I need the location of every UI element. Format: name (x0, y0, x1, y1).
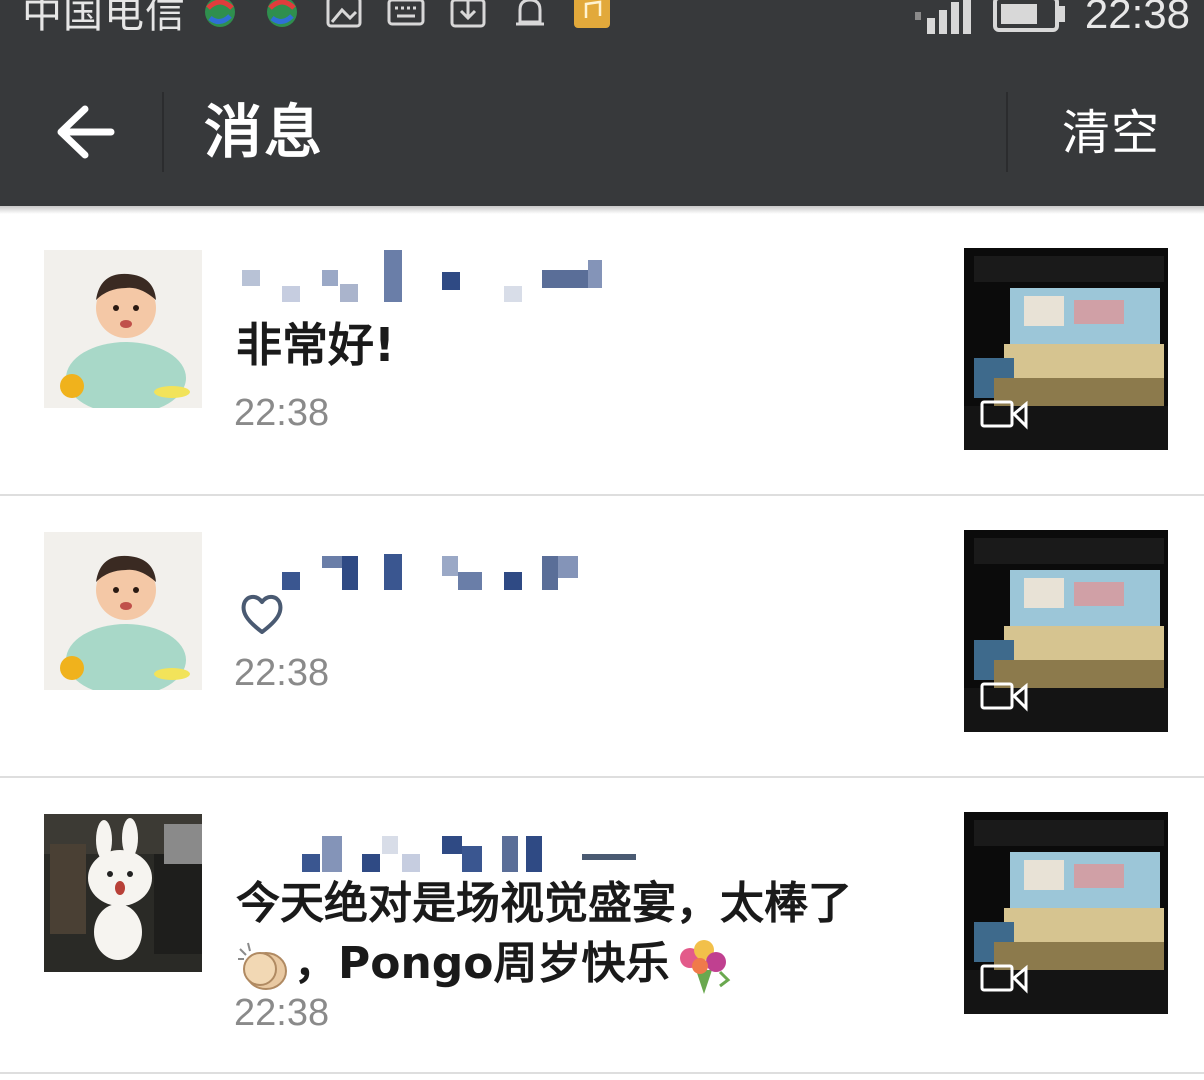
baby-photo (44, 532, 202, 690)
nickname-pixelated (242, 250, 602, 302)
message-time: 22:38 (234, 652, 330, 694)
nickname-pixelated (282, 554, 578, 590)
clear-button[interactable]: 清空 (1062, 100, 1160, 166)
list-item[interactable]: 今天绝对是场视觉盛宴，太棒了 ，Pongo周岁快乐 22:38 (0, 778, 1204, 1074)
image-icon (326, 0, 362, 28)
list-item[interactable]: 22:38 (0, 496, 1204, 778)
signal-icon (914, 0, 971, 34)
music-app-icon (574, 0, 610, 28)
page-title: 消息 (204, 98, 325, 166)
message-text-line: 今天绝对是场视觉盛宴，太棒了 (236, 878, 852, 929)
back-arrow-icon (57, 105, 115, 159)
heart-icon (241, 595, 283, 634)
bouquet-icon (679, 940, 730, 994)
video-preview (964, 248, 1168, 450)
header-shadow (0, 206, 1204, 214)
message-text: 非常好! (236, 318, 395, 372)
message-time: 22:38 (234, 392, 330, 434)
title-bar: 消息 清空 (0, 56, 1204, 206)
notification-icons (200, 0, 612, 32)
message-text: 今天绝对是场视觉盛宴，太棒了 ，Pongo周岁快乐 (236, 874, 916, 996)
baby-photo (44, 250, 202, 408)
network-operator-icon (267, 0, 297, 27)
list-item[interactable]: 非常好! 22:38 (0, 214, 1204, 496)
divider (162, 92, 164, 172)
download-icon (450, 0, 486, 28)
clapping-hands-icon (238, 942, 287, 990)
avatar[interactable] (44, 532, 202, 690)
back-button[interactable] (40, 92, 130, 172)
cartoon-bunny-photo (44, 814, 202, 972)
video-thumbnail[interactable] (964, 812, 1168, 1014)
divider (1006, 92, 1008, 172)
keyboard-icon (387, 0, 425, 26)
video-thumbnail[interactable] (964, 248, 1168, 450)
video-thumbnail[interactable] (964, 530, 1168, 732)
carrier-name: 中国电信 (22, 0, 186, 37)
message-text-segment: ，Pongo周岁快乐 (294, 938, 670, 989)
avatar[interactable] (44, 814, 202, 972)
battery-icon (992, 0, 1065, 32)
status-bar: 中国电信 22:38 (0, 0, 1204, 56)
video-preview (964, 530, 1168, 732)
avatar[interactable] (44, 250, 202, 408)
video-preview (964, 812, 1168, 1014)
bell-icon (516, 0, 544, 26)
message-list: 非常好! 22:38 22:38 今天绝对是场视觉盛宴，太棒了 ，Pongo周岁… (0, 214, 1204, 1074)
network-operator-icon (205, 0, 235, 27)
message-time: 22:38 (234, 992, 330, 1034)
status-clock: 22:38 (1084, 0, 1190, 37)
nickname-pixelated (302, 836, 636, 872)
system-status: 22:38 (913, 0, 1190, 42)
message-text-line: ，Pongo周岁快乐 (236, 934, 916, 996)
